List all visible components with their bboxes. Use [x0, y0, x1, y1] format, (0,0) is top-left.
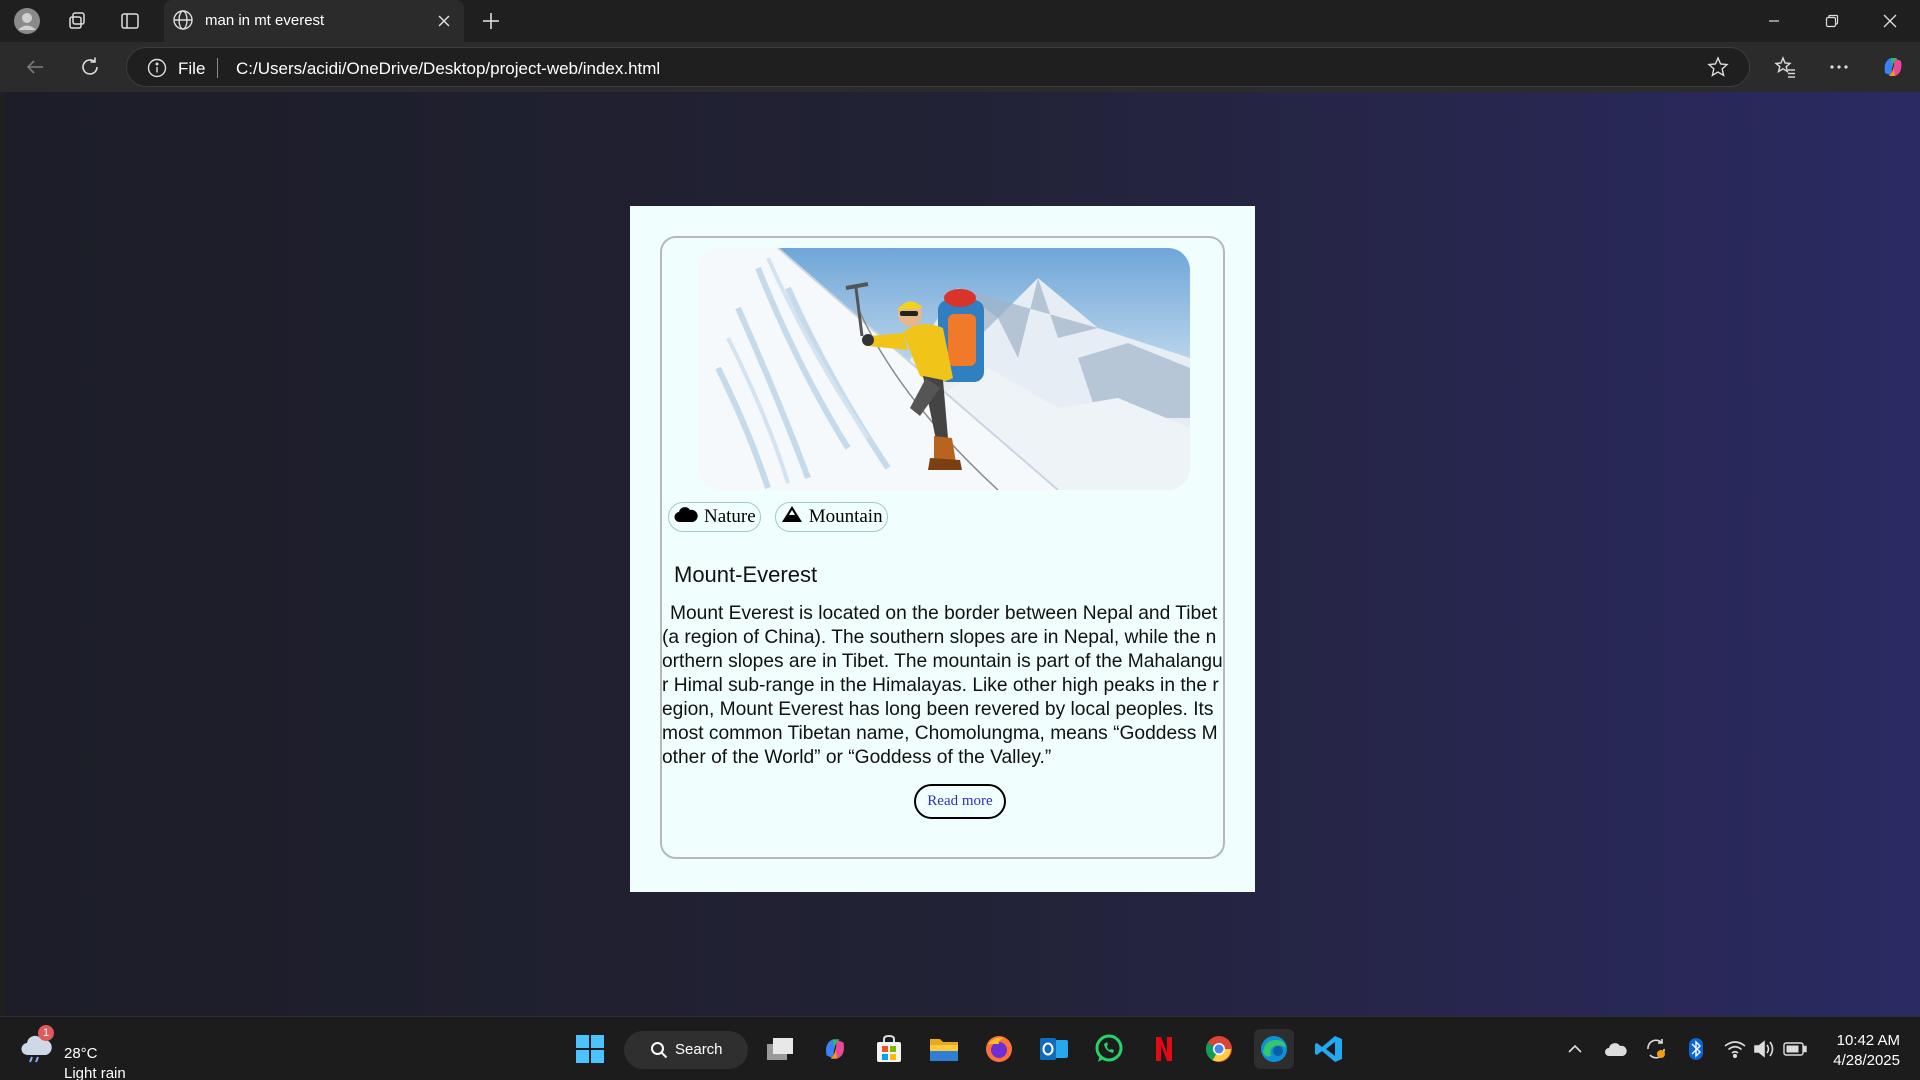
wifi-icon[interactable]	[1722, 1037, 1748, 1061]
system-clock[interactable]: 10:42 AM 4/28/2025	[1820, 1031, 1900, 1071]
windows-taskbar: 1 28°C Light rain Search 10:42 AM 4/28/2…	[0, 1016, 1920, 1080]
tag-chip-mountain[interactable]: Mountain	[774, 502, 888, 532]
show-hidden-icons-chevron-icon[interactable]	[1562, 1037, 1588, 1061]
close-tab-icon[interactable]	[432, 9, 456, 33]
firefox-icon[interactable]	[979, 1029, 1019, 1069]
address-bar[interactable]: File C:/Users/acidi/OneDrive/Desktop/pro…	[126, 47, 1750, 87]
volume-icon[interactable]	[1751, 1037, 1777, 1061]
tag-label: Nature	[704, 506, 756, 527]
tab-title: man in mt everest	[205, 12, 325, 29]
chrome-icon[interactable]	[1199, 1029, 1239, 1069]
favorite-star-icon[interactable]	[1707, 56, 1729, 83]
temperature-text: 28°C	[64, 1045, 98, 1062]
cloud-icon	[674, 505, 698, 529]
outlook-icon[interactable]	[1034, 1029, 1074, 1069]
minimize-icon[interactable]	[1745, 0, 1803, 42]
refresh-icon[interactable]	[75, 52, 105, 82]
vscode-icon[interactable]	[1309, 1029, 1349, 1069]
whatsapp-icon[interactable]	[1089, 1029, 1129, 1069]
microsoft-store-icon[interactable]	[869, 1029, 909, 1069]
copilot-icon[interactable]	[1878, 52, 1908, 82]
vertical-tabs-icon[interactable]	[115, 6, 145, 36]
tag-list: Nature Mountain	[668, 502, 888, 532]
search-icon	[651, 1042, 668, 1059]
clock-time: 10:42 AM	[1836, 1032, 1900, 1049]
globe-icon	[172, 9, 194, 36]
weather-widget[interactable]: 1 28°C Light rain	[20, 1025, 126, 1080]
read-more-button[interactable]: Read more	[914, 784, 1006, 819]
url-text[interactable]: C:/Users/acidi/OneDrive/Desktop/project-…	[236, 59, 660, 79]
onedrive-cloud-icon[interactable]	[1603, 1037, 1629, 1061]
workspaces-icon[interactable]	[62, 6, 92, 36]
card-description: Mount Everest is located on the border b…	[662, 603, 1223, 768]
tag-label: Mountain	[808, 506, 883, 527]
mountain-icon	[781, 505, 803, 529]
file-explorer-icon[interactable]	[924, 1029, 964, 1069]
tag-chip-nature[interactable]: Nature	[668, 502, 761, 532]
edge-icon[interactable]	[1254, 1029, 1294, 1069]
favorites-icon[interactable]	[1770, 52, 1800, 82]
new-tab-icon[interactable]	[476, 6, 506, 36]
clock-date: 4/28/2025	[1833, 1052, 1900, 1069]
restore-icon[interactable]	[1803, 0, 1861, 42]
web-page-viewport: Nature Mountain Mount-Everest Mount Ever…	[5, 92, 1920, 1016]
copilot-taskbar-icon[interactable]	[815, 1029, 855, 1069]
search-label: Search	[675, 1041, 723, 1058]
battery-icon[interactable]	[1782, 1037, 1808, 1061]
page-container: Nature Mountain Mount-Everest Mount Ever…	[630, 206, 1255, 892]
address-scheme-label: File	[178, 59, 206, 78]
card-title: Mount-Everest	[674, 562, 818, 587]
article-card: Nature Mountain Mount-Everest Mount Ever…	[660, 236, 1225, 859]
browser-tab-active[interactable]: man in mt everest	[164, 0, 464, 42]
weather-condition-text: Light rain	[64, 1065, 126, 1080]
profile-avatar-icon[interactable]	[12, 6, 42, 36]
task-view-icon[interactable]	[760, 1029, 800, 1069]
start-windows-icon[interactable]	[570, 1029, 610, 1069]
more-menu-icon[interactable]	[1824, 52, 1854, 82]
browser-title-bar: man in mt everest	[0, 0, 1920, 42]
address-separator	[217, 58, 218, 78]
back-arrow-icon[interactable]	[20, 52, 50, 82]
browser-toolbar: File C:/Users/acidi/OneDrive/Desktop/pro…	[0, 42, 1920, 92]
taskbar-search[interactable]: Search	[624, 1031, 748, 1069]
netflix-icon[interactable]	[1144, 1029, 1184, 1069]
site-info-icon[interactable]	[147, 58, 167, 83]
weather-alert-badge: 1	[38, 1025, 54, 1041]
close-window-icon[interactable]	[1861, 0, 1919, 42]
everest-climber-image	[698, 248, 1190, 490]
bluetooth-icon[interactable]	[1683, 1037, 1709, 1061]
sync-icon[interactable]	[1643, 1037, 1669, 1061]
